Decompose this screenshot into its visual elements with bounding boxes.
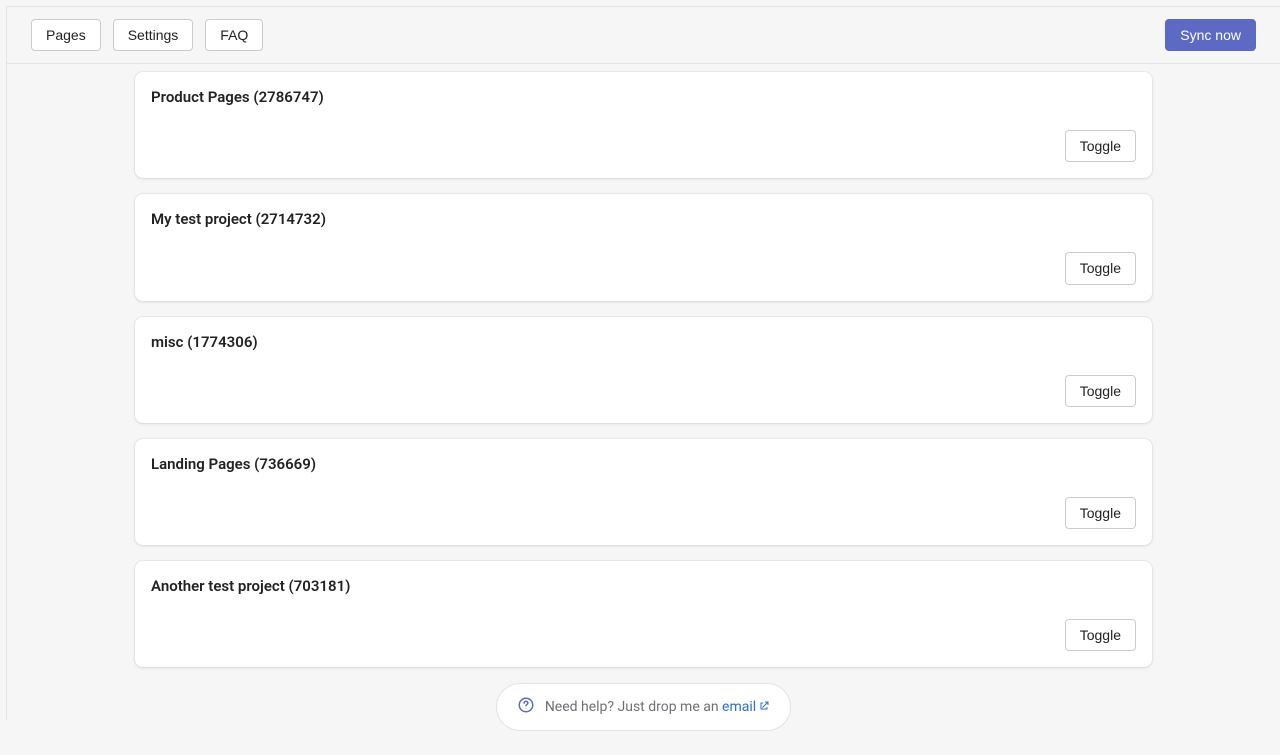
topbar: Pages Settings FAQ Sync now bbox=[7, 7, 1280, 64]
project-card: misc (1774306) Toggle bbox=[135, 317, 1152, 423]
project-card: My test project (2714732) Toggle bbox=[135, 194, 1152, 300]
help-pill: Need help? Just drop me an email bbox=[496, 683, 791, 731]
nav-left: Pages Settings FAQ bbox=[31, 19, 263, 51]
help-text-label: Need help? Just drop me an bbox=[545, 699, 722, 715]
toggle-button[interactable]: Toggle bbox=[1065, 619, 1136, 651]
settings-button[interactable]: Settings bbox=[113, 19, 194, 51]
project-card: Another test project (703181) Toggle bbox=[135, 561, 1152, 667]
help-email-link[interactable]: email bbox=[722, 699, 770, 715]
project-card: Landing Pages (736669) Toggle bbox=[135, 439, 1152, 545]
content: Product Pages (2786747) Toggle My test p… bbox=[7, 64, 1280, 755]
external-link-icon bbox=[758, 700, 770, 712]
pages-button[interactable]: Pages bbox=[31, 19, 101, 51]
project-title: Landing Pages (736669) bbox=[151, 455, 1136, 473]
help-text: Need help? Just drop me an email bbox=[545, 699, 770, 715]
project-title: My test project (2714732) bbox=[151, 210, 1136, 228]
faq-button[interactable]: FAQ bbox=[205, 19, 263, 51]
toggle-button[interactable]: Toggle bbox=[1065, 497, 1136, 529]
project-title: Another test project (703181) bbox=[151, 577, 1136, 595]
toggle-button[interactable]: Toggle bbox=[1065, 252, 1136, 284]
toggle-button[interactable]: Toggle bbox=[1065, 130, 1136, 162]
help-icon bbox=[517, 696, 535, 718]
toggle-button[interactable]: Toggle bbox=[1065, 375, 1136, 407]
project-title: misc (1774306) bbox=[151, 333, 1136, 351]
project-card: Product Pages (2786747) Toggle bbox=[135, 72, 1152, 178]
sync-now-button[interactable]: Sync now bbox=[1165, 19, 1256, 51]
project-title: Product Pages (2786747) bbox=[151, 88, 1136, 106]
nav-right: Sync now bbox=[1165, 19, 1256, 51]
